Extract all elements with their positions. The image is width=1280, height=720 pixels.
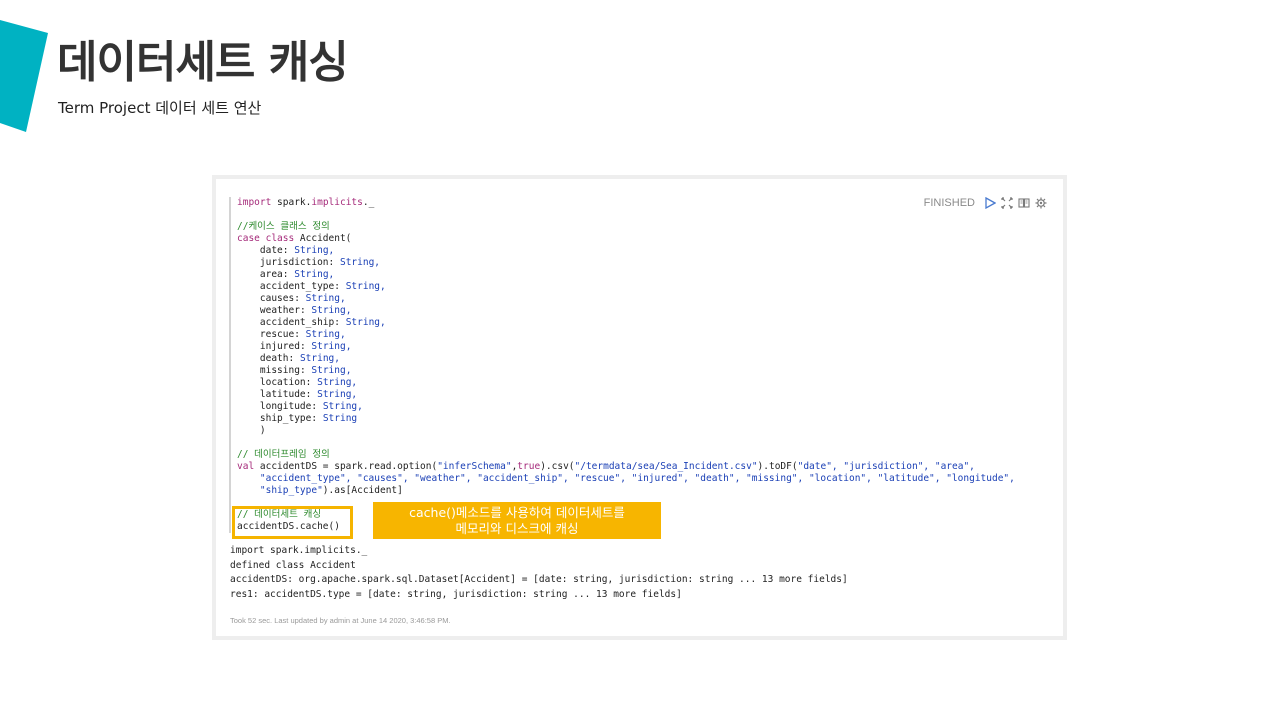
notebook-paragraph: FINISHED import spark.implicits._//케이스 클… (212, 175, 1067, 640)
code-field: accident_ship: String, (259, 317, 386, 328)
code-field: rescue: String, (259, 329, 346, 340)
paragraph-output: import spark.implicits._defined class Ac… (230, 544, 848, 602)
code-field: weather: String, (259, 305, 352, 316)
cache-highlight-box (232, 506, 353, 539)
code-field: accident_type: String, (259, 281, 386, 292)
code-field: jurisdiction: String, (259, 257, 381, 268)
code-line-dataframe-columns: "accident_type", "causes", "weather", "a… (237, 473, 1015, 484)
paragraph-footer: Took 52 sec. Last updated by admin at Ju… (230, 616, 451, 625)
slide-title: 데이터세트 캐싱 (57, 37, 349, 88)
code-comment-case-class: //케이스 클래스 정의 (237, 221, 330, 232)
code-field: location: String, (259, 377, 358, 388)
code-line-import: import spark.implicits._ (237, 197, 375, 208)
slide-subtitle: Term Project 데이터 세트 연산 (58, 99, 262, 117)
code-close-paren: ) (237, 425, 266, 436)
code-field: latitude: String, (259, 389, 358, 400)
code-field: longitude: String, (259, 401, 363, 412)
callout-line-1: cache()메소드를 사용하여 데이터세트를 (409, 505, 625, 520)
output-line: res1: accidentDS.type = [date: string, j… (230, 588, 682, 600)
output-line: defined class Accident (230, 559, 356, 571)
code-comment-dataframe: // 데이터프레임 정의 (237, 449, 330, 460)
code-field: death: String, (259, 353, 340, 364)
callout-line-2: 메모리와 디스크에 캐싱 (455, 521, 579, 536)
code-field: ship_type: String (259, 413, 358, 424)
output-line: accidentDS: org.apache.spark.sql.Dataset… (230, 574, 848, 585)
code-field: date: String, (259, 245, 335, 256)
code-line-dataframe: val accidentDS = spark.read.option("infe… (237, 461, 975, 472)
output-line: import spark.implicits._ (230, 545, 368, 556)
code-field: missing: String, (259, 365, 352, 376)
cache-callout: cache()메소드를 사용하여 데이터세트를 메모리와 디스크에 캐싱 (373, 502, 661, 539)
code-line-case-class: case class Accident( (237, 233, 352, 244)
code-field: injured: String, (259, 341, 352, 352)
code-editor[interactable]: import spark.implicits._ //케이스 클래스 정의 case… (229, 197, 1057, 533)
code-field: area: String, (259, 269, 335, 280)
accent-shape (0, 20, 48, 132)
code-field: causes: String, (259, 293, 346, 304)
code-line-dataframe-as: "ship_type").as[Accident] (237, 485, 403, 496)
